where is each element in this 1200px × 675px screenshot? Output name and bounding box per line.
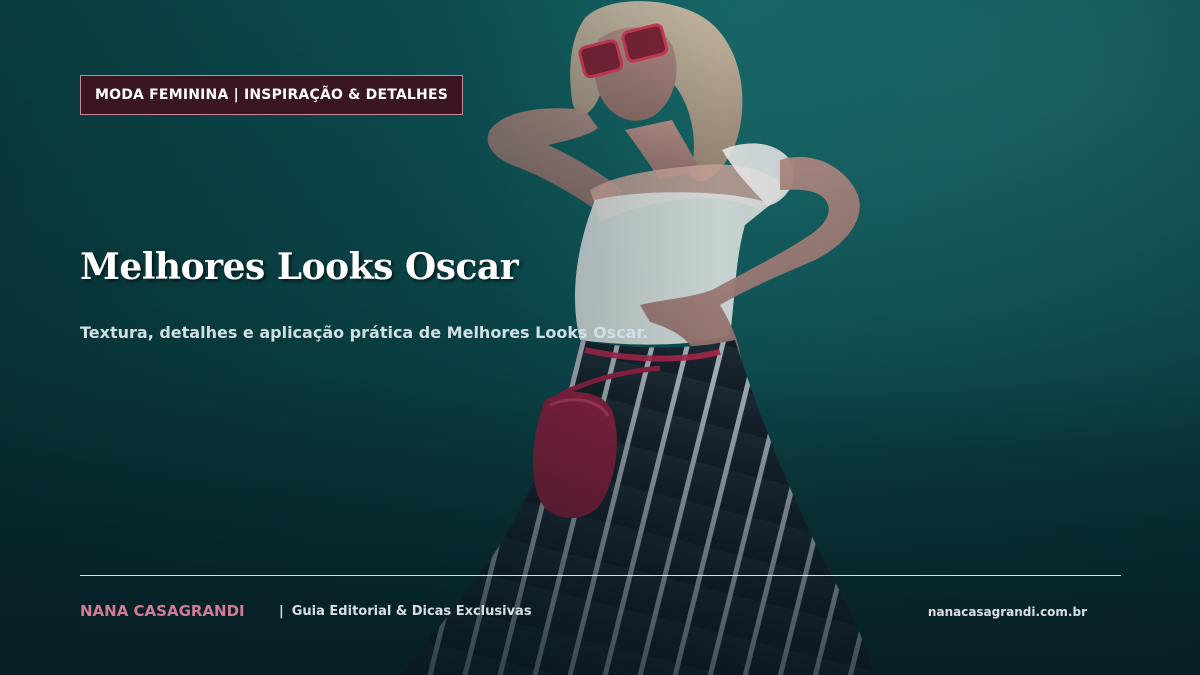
tagline-separator: | xyxy=(279,604,284,619)
brand-tagline: | Guia Editorial & Dicas Exclusivas xyxy=(279,604,532,619)
tagline-text: Guia Editorial & Dicas Exclusivas xyxy=(291,604,532,619)
page-title: Melhores Looks Oscar xyxy=(80,246,519,288)
hero-card: MODA FEMININA | INSPIRAÇÃO & DETALHES Me… xyxy=(0,0,1200,675)
category-badge[interactable]: MODA FEMININA | INSPIRAÇÃO & DETALHES xyxy=(80,75,463,115)
model-striped-pants xyxy=(400,340,875,675)
page-subtitle: Textura, detalhes e aplicação prática de… xyxy=(80,323,649,342)
brand-name[interactable]: NANA CASAGRANDI xyxy=(80,602,245,620)
site-url-link[interactable]: nanacasagrandi.com.br xyxy=(928,605,1087,619)
footer-divider xyxy=(80,575,1121,576)
